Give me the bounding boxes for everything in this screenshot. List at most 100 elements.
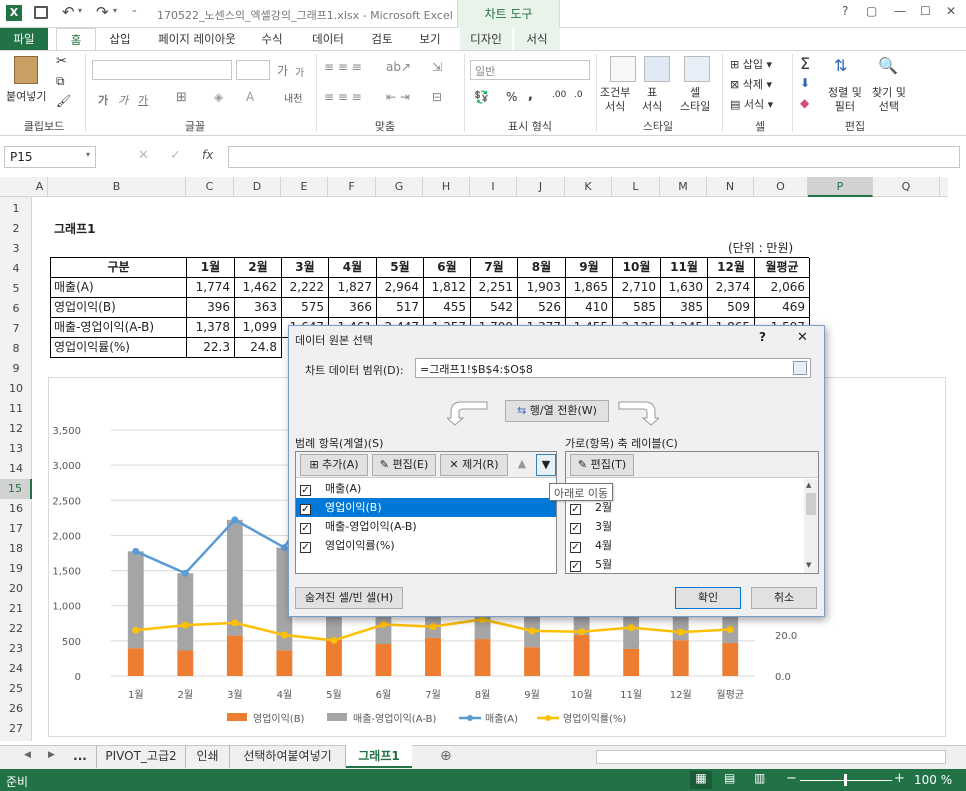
checkbox[interactable]: ✓ <box>300 504 311 515</box>
table-cell[interactable]: 2,964 <box>377 278 424 298</box>
tab-page-layout[interactable]: 페이지 레이아웃 <box>148 28 246 50</box>
table-header-cell[interactable]: 9월 <box>566 258 613 278</box>
tab-insert[interactable]: 삽입 <box>100 28 140 50</box>
cut-icon[interactable]: ✂ <box>56 54 67 69</box>
table-header-cell[interactable]: 1월 <box>187 258 235 278</box>
bold-button[interactable]: 가 <box>98 92 108 108</box>
row-header[interactable]: 11 <box>0 399 32 419</box>
checkbox[interactable]: ✓ <box>570 504 581 515</box>
column-header[interactable]: C <box>186 177 234 197</box>
more-sheets-button[interactable]: ... <box>68 745 92 768</box>
table-cell[interactable]: 517 <box>377 298 424 318</box>
checkbox[interactable]: ✓ <box>300 485 311 496</box>
row-header[interactable]: 25 <box>0 679 32 699</box>
table-header-cell[interactable]: 3월 <box>282 258 329 278</box>
comma-button[interactable]: , <box>528 88 533 103</box>
row-header[interactable]: 26 <box>0 699 32 719</box>
row-header[interactable]: 5 <box>0 279 32 299</box>
row-header[interactable]: 10 <box>0 379 32 399</box>
checkbox[interactable]: ✓ <box>300 542 311 553</box>
delete-cells-button[interactable]: ⊠ 삭제 ▾ <box>730 76 772 92</box>
table-cell[interactable]: 1,827 <box>329 278 377 298</box>
row-header[interactable]: 2 <box>0 219 32 239</box>
table-cell[interactable]: 396 <box>187 298 235 318</box>
row-header[interactable]: 15 <box>0 479 32 499</box>
column-header[interactable]: O <box>754 177 808 197</box>
horizontal-scrollbar[interactable] <box>596 750 946 764</box>
table-cell[interactable]: 1,903 <box>518 278 566 298</box>
wrap-text-icon[interactable]: ⇲ <box>432 60 442 74</box>
series-item[interactable]: ✓ 영업이익률(%) <box>296 536 556 555</box>
table-header-cell[interactable]: 10월 <box>613 258 661 278</box>
new-sheet-icon[interactable]: ⊕ <box>440 748 452 764</box>
series-item[interactable]: ✓ 영업이익(B) <box>296 498 556 517</box>
copy-icon[interactable]: ⧉ <box>56 74 65 89</box>
row-header[interactable]: 1 <box>0 199 32 219</box>
table-cell[interactable]: 542 <box>471 298 518 318</box>
column-header[interactable]: J <box>517 177 565 197</box>
row-header[interactable]: 23 <box>0 639 32 659</box>
column-header[interactable]: L <box>612 177 660 197</box>
tab-review[interactable]: 검토 <box>362 28 402 50</box>
column-header[interactable]: K <box>565 177 612 197</box>
row-header[interactable]: 9 <box>0 359 32 379</box>
table-header-cell[interactable]: 7월 <box>471 258 518 278</box>
italic-button[interactable]: 가 <box>118 92 128 108</box>
font-name-combo[interactable] <box>92 60 232 80</box>
edit-axis-labels-button[interactable]: ✎ 편집(T) <box>570 454 634 476</box>
table-header-cell[interactable]: 8월 <box>518 258 566 278</box>
undo-dropdown-icon[interactable]: ▾ <box>78 6 82 15</box>
sheet-tab-print[interactable]: 인쇄 <box>186 745 230 768</box>
column-header[interactable]: Q <box>873 177 940 197</box>
row-header[interactable]: 16 <box>0 499 32 519</box>
sort-filter-icon[interactable]: ⇅ <box>834 56 847 75</box>
underline-button[interactable]: 가 <box>138 92 148 108</box>
next-sheet-icon[interactable]: ▶ <box>48 750 55 760</box>
table-header-cell[interactable]: 구분 <box>51 258 187 278</box>
checkbox[interactable]: ✓ <box>570 561 581 572</box>
tab-format[interactable]: 서식 <box>514 28 560 50</box>
row-header[interactable]: 22 <box>0 619 32 639</box>
prev-sheet-icon[interactable]: ◀ <box>24 750 31 760</box>
category-item[interactable]: ✓ 5월 <box>566 555 802 574</box>
table-cell[interactable]: 469 <box>755 298 810 318</box>
border-icon[interactable]: ⊞ <box>176 90 187 105</box>
save-icon[interactable] <box>34 6 48 19</box>
table-cell[interactable]: 1,630 <box>661 278 708 298</box>
column-header[interactable]: N <box>707 177 754 197</box>
orientation-icon[interactable]: ab↗ <box>386 60 411 74</box>
tab-data[interactable]: 데이터 <box>304 28 352 50</box>
table-cell[interactable]: 2,066 <box>755 278 810 298</box>
table-cell[interactable]: 매출(A) <box>51 278 187 298</box>
scroll-up-icon[interactable]: ▲ <box>806 481 811 489</box>
clear-icon[interactable]: ◆ <box>800 96 809 110</box>
row-header[interactable]: 17 <box>0 519 32 539</box>
tab-design[interactable]: 디자인 <box>460 28 512 50</box>
table-header-cell[interactable]: 2월 <box>235 258 282 278</box>
column-header[interactable]: E <box>281 177 328 197</box>
align-top-icon[interactable]: ≡ ≡ ≡ <box>324 60 362 74</box>
cancel-entry-icon[interactable]: ✕ <box>138 148 149 163</box>
row-header[interactable]: 24 <box>0 659 32 679</box>
number-format-combo[interactable]: 일반 <box>470 60 590 80</box>
row-header[interactable]: 13 <box>0 439 32 459</box>
range-collapse-icon[interactable] <box>793 361 807 375</box>
switch-row-column-button[interactable]: ⇆ 행/열 전환(W) <box>505 400 609 422</box>
column-header[interactable]: I <box>470 177 517 197</box>
row-header[interactable]: 19 <box>0 559 32 579</box>
customize-qat-icon[interactable]: ₌ <box>132 6 137 16</box>
insert-function-button[interactable]: fx <box>202 148 213 162</box>
font-color-icon[interactable]: A <box>246 90 254 104</box>
row-header[interactable]: 21 <box>0 599 32 619</box>
sort-filter-button[interactable]: 정렬 및 필터 <box>828 86 862 114</box>
paste-icon[interactable] <box>14 56 38 84</box>
cell-styles-button[interactable]: 셀 스타일 <box>680 86 710 114</box>
column-header[interactable]: F <box>328 177 376 197</box>
table-cell[interactable]: 1,378 <box>187 318 235 338</box>
category-scrollbar[interactable]: ▲ ▼ <box>804 479 818 573</box>
autosum-icon[interactable]: Σ <box>800 54 810 73</box>
sheet-tab-pivot[interactable]: PIVOT_고급2 <box>96 745 186 768</box>
table-header-cell[interactable]: 12월 <box>708 258 755 278</box>
table-cell[interactable]: 363 <box>235 298 282 318</box>
table-cell[interactable]: 2,374 <box>708 278 755 298</box>
